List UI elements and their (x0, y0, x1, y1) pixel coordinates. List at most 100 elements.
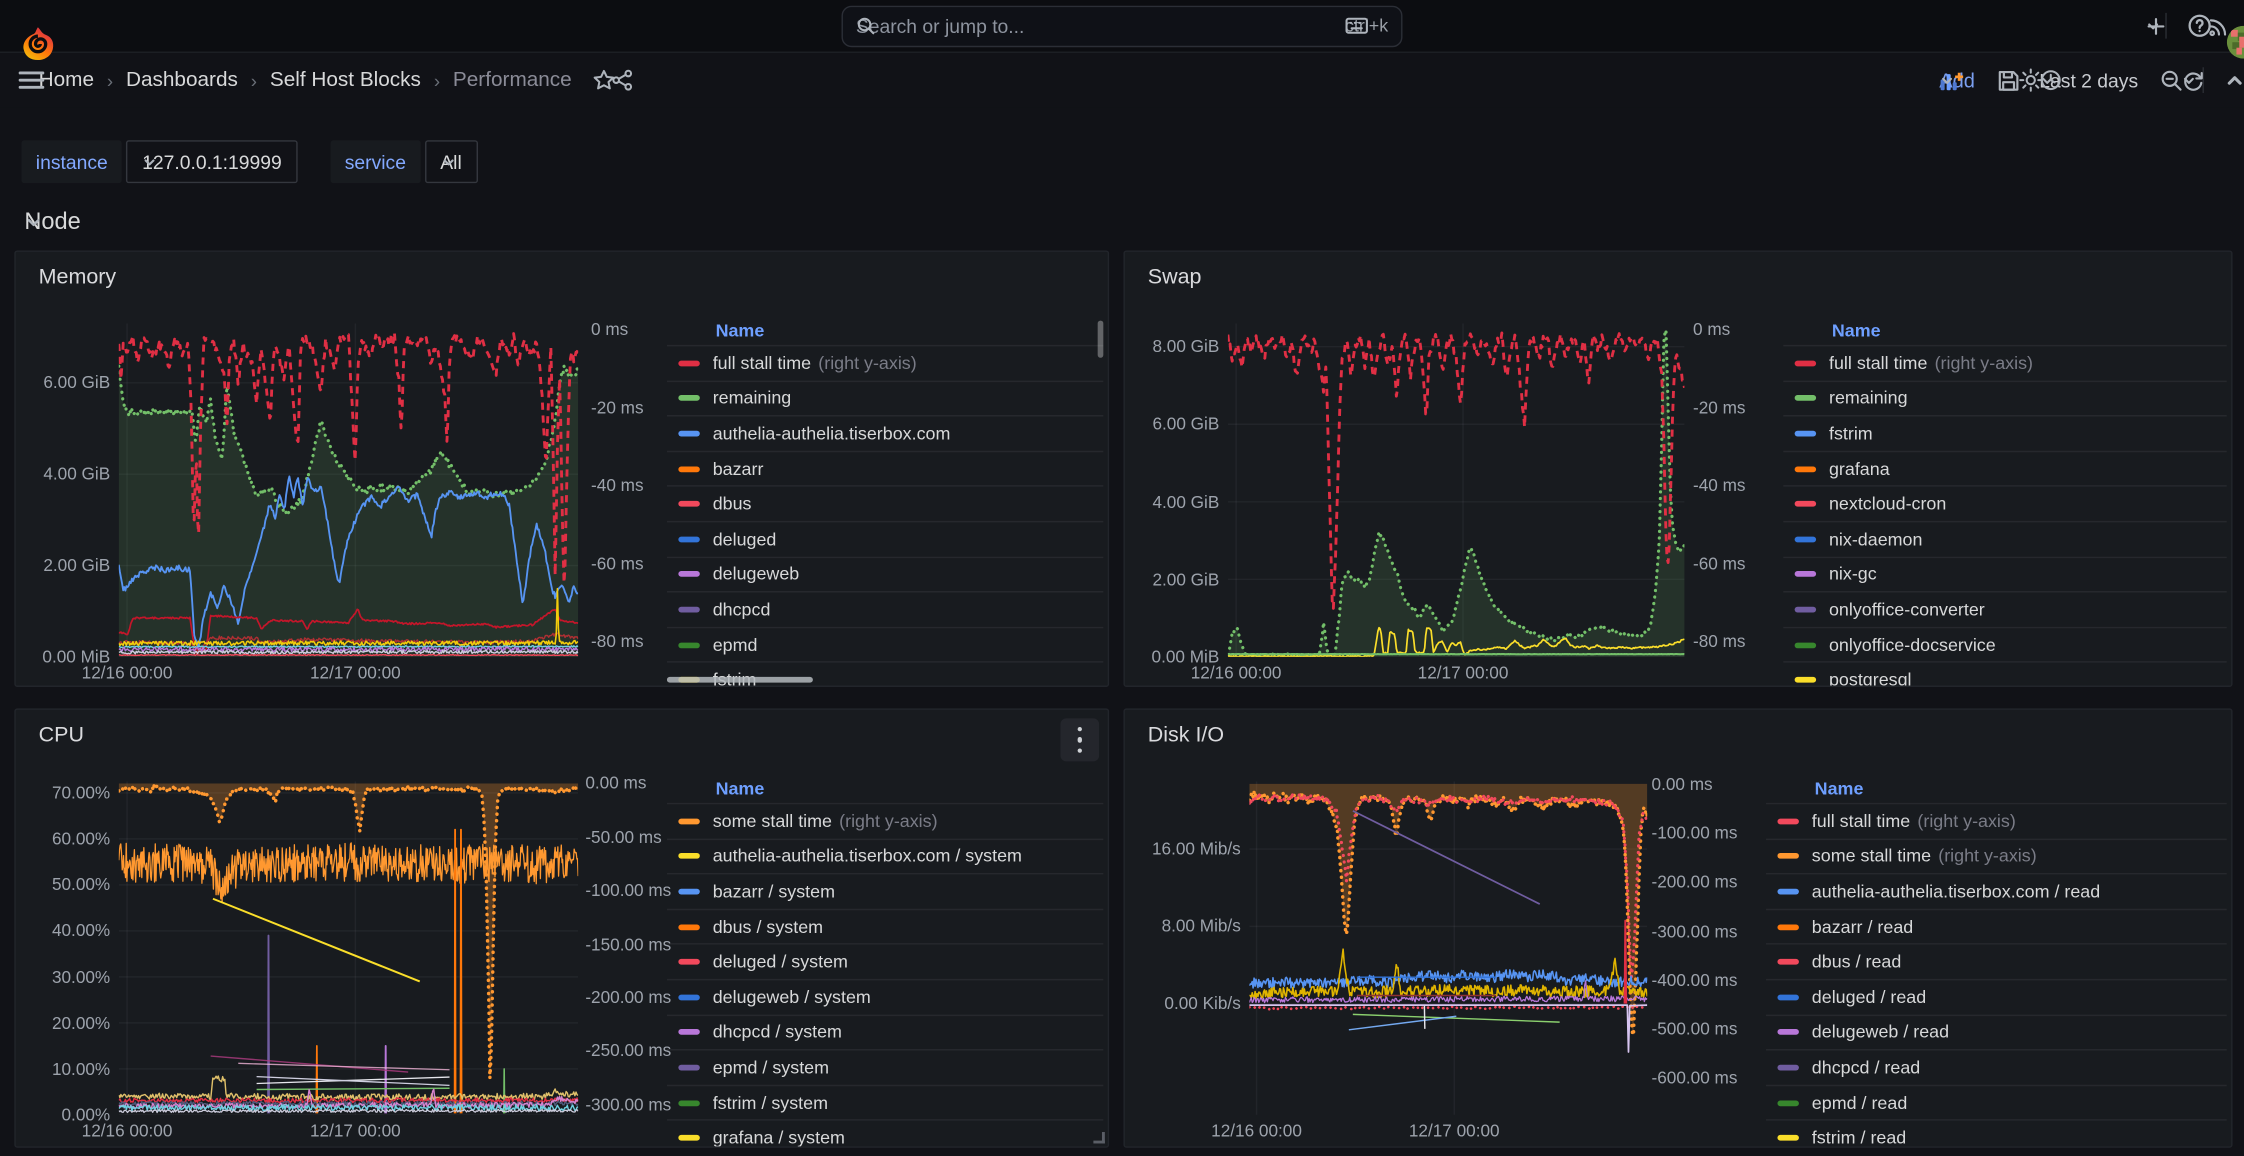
panel-resize-handle[interactable] (1093, 1132, 1104, 1143)
legend-item[interactable]: remaining (1783, 382, 2227, 417)
panel-memory: Memory 6.00 GiB4.00 GiB2.00 GiB0.00 MiB0… (14, 250, 1109, 686)
legend-item[interactable]: remaining (667, 382, 1103, 417)
legend-axis-suffix: (right y-axis) (1935, 353, 2033, 373)
legend-label: dhcpcd / system (713, 1022, 842, 1042)
legend-swatch (1795, 431, 1816, 437)
search-bar[interactable]: ctrl+k (842, 5, 1403, 47)
breadcrumb-current: Performance (453, 69, 572, 92)
breadcrumb-separator: › (434, 69, 440, 90)
legend-swatch (1777, 854, 1798, 860)
legend-item[interactable]: dhcpcd / system (667, 1015, 1103, 1050)
legend-item[interactable]: dbus / read (1766, 945, 2227, 980)
legend-item[interactable]: nextcloud-cron (1783, 487, 2227, 522)
legend-label: epmd (713, 635, 758, 655)
legend-label: deluged / system (713, 952, 848, 972)
legend-item[interactable]: fstrim / read (1766, 1121, 2227, 1146)
legend-item[interactable]: deluged (667, 522, 1103, 557)
legend-horizontal-scrollbar[interactable] (667, 677, 813, 683)
x-axis-tick: 12/17 00:00 (1418, 663, 1509, 683)
legend-item[interactable]: deluged / read (1766, 980, 2227, 1015)
legend-item[interactable]: fstrim (1783, 417, 2227, 452)
legend-item[interactable]: grafana (1783, 452, 2227, 487)
legend-item[interactable]: dbus / system (667, 910, 1103, 945)
legend-swatch (678, 396, 699, 402)
top-bar: ctrl+k (0, 0, 2244, 53)
add-panel-button[interactable]: Add (1939, 69, 1975, 92)
legend-item[interactable]: delugeweb (667, 558, 1103, 593)
search-input[interactable] (856, 15, 1335, 36)
legend-item[interactable]: full stall time(right y-axis) (1766, 804, 2227, 839)
variable-service-dropdown[interactable]: All (425, 140, 478, 183)
legend-item[interactable]: deluged / system (667, 945, 1103, 980)
breadcrumb-folder[interactable]: Self Host Blocks (270, 69, 421, 92)
legend-item[interactable]: full stall time(right y-axis) (1783, 346, 2227, 381)
legend-item[interactable]: bazarr / system (667, 875, 1103, 910)
legend-axis-suffix: (right y-axis) (818, 353, 916, 373)
breadcrumb: Home › Dashboards › Self Host Blocks › P… (39, 69, 572, 92)
right-axis-tick: -300.00 ms (1652, 921, 1738, 941)
legend-item[interactable]: grafana / system (667, 1121, 1103, 1146)
series-yellow-diagonal (213, 899, 420, 982)
legend-item[interactable]: nix-gc (1783, 558, 2227, 593)
legend-swatch (678, 1135, 699, 1141)
left-axis-tick: 16.00 Mib/s (1152, 839, 1241, 859)
legend-label: authelia-authelia.tiserbox.com / read (1812, 882, 2100, 902)
legend-item[interactable]: dhcpcd (667, 593, 1103, 628)
right-axis-tick: -80 ms (1693, 631, 1746, 651)
legend-label: delugeweb (713, 564, 800, 584)
left-axis-tick: 6.00 GiB (43, 373, 110, 393)
row-node-header[interactable]: Node (0, 183, 2244, 236)
legend-item[interactable]: delugeweb / system (667, 980, 1103, 1015)
legend-label: epmd / system (713, 1058, 829, 1078)
breadcrumb-home[interactable]: Home (39, 69, 94, 92)
breadcrumb-dashboards[interactable]: Dashboards (126, 69, 238, 92)
left-axis-tick: 10.00% (52, 1059, 110, 1079)
legend-item[interactable]: authelia-authelia.tiserbox.com / system (667, 839, 1103, 874)
x-axis-tick: 12/16 00:00 (1191, 663, 1282, 683)
variable-instance-dropdown[interactable]: 127.0.0.1:19999 (126, 140, 297, 183)
legend-item[interactable]: epmd (667, 628, 1103, 663)
legend-item[interactable]: nix-daemon (1783, 522, 2227, 557)
legend-label: onlyoffice-docservice (1829, 635, 1996, 655)
legend-item[interactable]: epmd / read (1766, 1086, 2227, 1121)
legend-item[interactable]: postgresql (1783, 663, 2227, 685)
legend-item[interactable]: delugeweb / read (1766, 1015, 2227, 1050)
legend-header[interactable]: Name (667, 315, 1103, 346)
legend-item[interactable]: authelia-authelia.tiserbox.com / read (1766, 875, 2227, 910)
legend-item[interactable]: some stall time(right y-axis) (1766, 839, 2227, 874)
right-axis-tick: -600.00 ms (1652, 1068, 1738, 1088)
legend-item[interactable]: authelia-authelia.tiserbox.com (667, 417, 1103, 452)
legend-item[interactable]: full stall time(right y-axis) (667, 346, 1103, 381)
chevron-down-icon (24, 213, 43, 232)
legend-header[interactable]: Name (667, 773, 1103, 804)
legend-item[interactable]: dbus (667, 487, 1103, 522)
legend-item[interactable]: dhcpcd / read (1766, 1051, 2227, 1086)
legend-label: bazarr / system (713, 882, 835, 902)
legend-item[interactable]: onlyoffice-converter (1783, 593, 2227, 628)
grafana-app: ctrl+k (0, 0, 2244, 1156)
legend-header[interactable]: Name (1783, 315, 2227, 346)
legend-swatch (1795, 536, 1816, 542)
right-axis-tick: -200.00 ms (1652, 872, 1738, 892)
legend-swatch (678, 607, 699, 613)
legend-item[interactable]: bazarr (667, 452, 1103, 487)
time-range-picker[interactable]: Last 2 days (2039, 69, 2138, 90)
legend-vertical-scrollbar[interactable] (1098, 321, 1104, 358)
series-orange-tall-spike-1 (455, 830, 456, 1114)
legend-item[interactable]: fstrim / system (667, 1086, 1103, 1121)
legend-swatch (678, 642, 699, 648)
legend-item[interactable]: epmd / system (667, 1051, 1103, 1086)
panel-cpu: CPU 70.00%60.00%50.00%40.00%30.00%20.00%… (14, 708, 1109, 1147)
legend-item[interactable]: some stall time(right y-axis) (667, 804, 1103, 839)
legend-swatch (1777, 1135, 1798, 1141)
right-axis-tick: -60 ms (1693, 553, 1746, 573)
series-magenta-diagonal (211, 1056, 408, 1072)
legend-header[interactable]: Name (1766, 773, 2227, 804)
legend-item[interactable]: onlyoffice-docservice (1783, 628, 2227, 663)
legend-swatch (1795, 572, 1816, 578)
legend-item[interactable]: bazarr / read (1766, 910, 2227, 945)
legend-swatch (1777, 1065, 1798, 1071)
plot-area (119, 781, 578, 1114)
right-axis-tick: -100.00 ms (585, 880, 671, 900)
legend-label: remaining (713, 388, 792, 408)
